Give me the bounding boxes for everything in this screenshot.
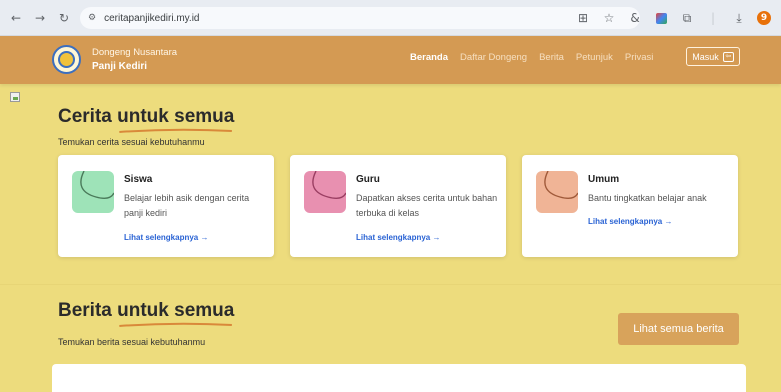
news-list-panel bbox=[52, 364, 746, 392]
card-guru[interactable]: Guru Dapatkan akses cerita untuk bahan t… bbox=[290, 155, 506, 257]
card-guru-link[interactable]: Lihat selengkapnya → bbox=[356, 233, 440, 242]
brand-subtitle: Dongeng Nusantara bbox=[92, 47, 178, 58]
site-header: Dongeng Nusantara Panji Kediri Beranda D… bbox=[0, 36, 781, 84]
bookmark-star-icon[interactable]: ☆ bbox=[601, 11, 617, 25]
card-guru-desc: Dapatkan akses cerita untuk bahan terbuk… bbox=[356, 193, 498, 218]
download-icon[interactable]: ⤓ bbox=[731, 11, 747, 26]
cerita-section-subtitle: Temukan cerita sesuai kebutuhanmu bbox=[58, 137, 205, 147]
color-extension-icon[interactable] bbox=[653, 12, 669, 24]
berita-section-title: Berita untuk semua bbox=[58, 300, 235, 327]
puzzle-icon[interactable]: ⧉ bbox=[679, 11, 695, 26]
card-guru-title: Guru bbox=[356, 174, 380, 185]
section-divider bbox=[0, 284, 781, 285]
card-guru-illustration bbox=[312, 170, 347, 200]
card-umum-image bbox=[536, 170, 579, 213]
cerita-title-highlight-text: untuk semua bbox=[117, 106, 235, 127]
berita-title-highlight: untuk semua bbox=[117, 300, 235, 327]
login-button[interactable]: Masuk ⇦ bbox=[686, 47, 740, 66]
cerita-title-prefix: Cerita bbox=[58, 106, 118, 127]
profile-avatar[interactable]: 9 bbox=[757, 11, 771, 25]
logo-emblem bbox=[58, 51, 75, 68]
cerita-section-title: Cerita untuk semua bbox=[58, 106, 235, 133]
login-icon: ⇦ bbox=[722, 51, 734, 62]
address-bar[interactable]: ⚙ ceritapanjikediri.my.id bbox=[80, 7, 640, 29]
underline-swoosh bbox=[119, 322, 233, 327]
brand-title: Panji Kediri bbox=[92, 61, 148, 72]
berita-title-highlight-text: untuk semua bbox=[117, 300, 235, 321]
url-text: ceritapanjikediri.my.id bbox=[104, 12, 200, 24]
translate-icon[interactable]: ⊞ bbox=[575, 11, 591, 25]
toolbar-separator: | bbox=[710, 11, 716, 25]
card-siswa-desc: Belajar lebih asik dengan cerita panji k… bbox=[124, 193, 250, 218]
underline-swoosh bbox=[119, 128, 233, 133]
nav-beranda[interactable]: Beranda bbox=[410, 52, 448, 63]
card-umum-title: Umum bbox=[588, 174, 620, 185]
main-nav: Beranda Daftar Dongeng Berita Petunjuk P… bbox=[410, 52, 653, 63]
nav-berita[interactable]: Berita bbox=[539, 52, 564, 63]
site-info-icon[interactable]: ⚙ bbox=[88, 13, 96, 23]
card-umum-link[interactable]: Lihat selengkapnya → bbox=[588, 217, 672, 226]
card-umum[interactable]: Umum Bantu tingkatkan belajar anak Lihat… bbox=[522, 155, 738, 257]
berita-title-prefix: Berita bbox=[58, 300, 118, 321]
back-icon[interactable]: ← bbox=[8, 10, 24, 26]
browser-tools: ⊞ ☆ & ⧉ | ⤓ 9 bbox=[575, 0, 781, 36]
card-umum-desc: Bantu tingkatkan belajar anak bbox=[588, 193, 707, 203]
card-umum-illustration bbox=[544, 170, 579, 200]
forward-icon[interactable]: → bbox=[32, 10, 48, 26]
extension-icon[interactable]: & bbox=[627, 11, 643, 25]
broken-image-icon bbox=[10, 92, 20, 102]
card-siswa-link[interactable]: Lihat selengkapnya → bbox=[124, 233, 208, 242]
login-label: Masuk bbox=[692, 51, 719, 62]
reload-icon[interactable]: ↻ bbox=[56, 10, 72, 26]
nav-petunjuk[interactable]: Petunjuk bbox=[576, 52, 613, 63]
berita-section-subtitle: Temukan berita sesuai kebutuhanmu bbox=[58, 337, 206, 347]
nav-privasi[interactable]: Privasi bbox=[625, 52, 654, 63]
cerita-title-highlight: untuk semua bbox=[117, 106, 235, 133]
card-guru-image bbox=[304, 170, 347, 213]
card-siswa-title: Siswa bbox=[124, 174, 153, 185]
browser-toolbar: ← → ↻ ⚙ ceritapanjikediri.my.id ⊞ ☆ & ⧉ … bbox=[0, 0, 781, 36]
site-logo[interactable] bbox=[52, 45, 81, 74]
card-siswa-illustration bbox=[80, 170, 115, 200]
see-all-news-button[interactable]: Lihat semua berita bbox=[618, 313, 739, 345]
card-siswa[interactable]: Siswa Belajar lebih asik dengan cerita p… bbox=[58, 155, 274, 257]
nav-daftar-dongeng[interactable]: Daftar Dongeng bbox=[460, 52, 527, 63]
card-siswa-image bbox=[72, 170, 115, 213]
